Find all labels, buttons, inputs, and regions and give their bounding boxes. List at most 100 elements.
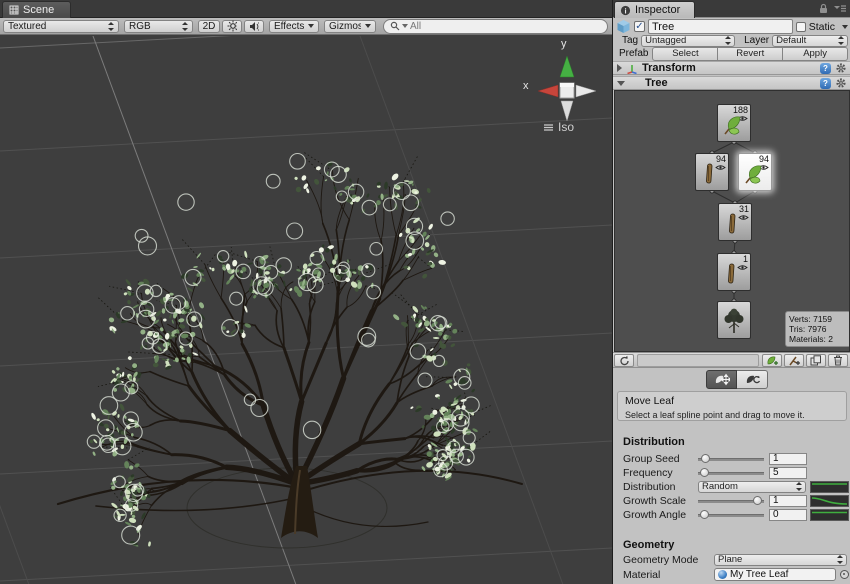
active-checkbox[interactable]: ✓ [634, 21, 645, 32]
z-axis-cone [576, 85, 596, 97]
distribution-dropdown[interactable]: Random [698, 481, 806, 493]
gizmos-dropdown[interactable]: Gizmos [324, 20, 376, 33]
scene-viewport[interactable]: y x Iso [0, 36, 612, 584]
material-object-field[interactable]: My Tree Leaf [714, 568, 836, 581]
layer-dropdown[interactable]: Default [772, 35, 848, 47]
leaf-tool-selector [706, 370, 768, 389]
scene-panel: Scene Textured RGB 2D [0, 0, 612, 584]
prefab-label: Prefab [619, 48, 648, 59]
object-picker-icon[interactable] [840, 570, 849, 579]
refresh-icon [619, 355, 630, 366]
static-group[interactable]: Static [796, 21, 848, 33]
growth-scale-slider[interactable] [698, 494, 764, 507]
2d-toggle-button[interactable]: 2D [198, 20, 220, 33]
move-leaf-tool-button[interactable] [706, 370, 737, 389]
scene-canvas[interactable] [0, 36, 612, 584]
growth-angle-value[interactable]: 0 [769, 509, 807, 521]
distribution-row: Distribution Random [613, 480, 850, 493]
branch-group-node[interactable]: 1 [717, 253, 751, 291]
orientation-gizmo[interactable]: y x Iso [525, 40, 609, 140]
rotate-leaf-icon [744, 373, 761, 386]
growth-scale-value[interactable]: 1 [769, 495, 807, 507]
rotate-leaf-tool-button[interactable] [737, 370, 768, 389]
slider-knob[interactable] [700, 510, 709, 519]
tab-scene[interactable]: Scene [2, 1, 71, 18]
tree-component-header[interactable]: Tree ? [613, 76, 850, 90]
cube-icon [616, 19, 631, 34]
down-axis-cone [561, 101, 573, 121]
frequency-slider[interactable] [698, 466, 764, 479]
effects-dropdown[interactable]: Effects [269, 20, 319, 33]
tag-layer-row: Tag Untagged Layer Default [613, 34, 850, 47]
group-seed-slider[interactable] [698, 452, 764, 465]
duplicate-node-button[interactable] [806, 354, 826, 367]
shading-mode-dropdown[interactable]: Textured [3, 20, 119, 33]
group-seed-value[interactable]: 1 [769, 453, 807, 465]
graph-toolbar [613, 352, 850, 368]
updown-arrows-icon [837, 36, 844, 45]
y-axis-label: y [561, 38, 567, 50]
material-sphere-icon [718, 570, 727, 579]
tool-help-title: Move Leaf [625, 395, 839, 407]
lighting-toggle-button[interactable] [222, 20, 242, 33]
render-channel-dropdown[interactable]: RGB [124, 20, 193, 33]
gizmo-cube-top [560, 83, 574, 87]
prefab-apply-button[interactable]: Apply [783, 47, 848, 61]
mesh-stats-box: Verts: 7159 Tris: 7976 Materials: 2 [785, 311, 850, 347]
add-branch-group-button[interactable] [784, 354, 804, 367]
scene-toolbar: Textured RGB 2D [0, 18, 612, 35]
slider-knob[interactable] [700, 468, 709, 477]
unity-editor-window: Scene Textured RGB 2D [0, 0, 850, 584]
tag-label: Tag [622, 35, 638, 46]
static-caret-icon[interactable] [842, 25, 848, 29]
transform-component-header[interactable]: Transform ? [613, 61, 850, 75]
prefab-revert-button[interactable]: Revert [718, 47, 783, 61]
gameobject-name-field[interactable]: Tree [648, 19, 793, 34]
duplicate-icon [810, 355, 822, 366]
slider-knob[interactable] [753, 496, 762, 505]
add-leaf-group-button[interactable] [762, 354, 782, 367]
help-icon[interactable]: ? [820, 63, 831, 74]
lock-icon[interactable] [819, 3, 828, 14]
growth-angle-curve-preview[interactable] [810, 509, 849, 521]
scene-search-input[interactable]: All [383, 19, 608, 34]
branch-group-node[interactable]: 31 [718, 203, 752, 241]
layer-label: Layer [744, 35, 769, 46]
foldout-arrow-icon[interactable] [617, 64, 622, 72]
x-axis-cone [538, 85, 558, 97]
leaf-icon [720, 112, 744, 138]
branch-icon [698, 161, 722, 187]
gear-icon[interactable] [835, 77, 847, 89]
tool-help-box: Move Leaf Select a leaf spline point and… [617, 391, 847, 421]
tab-inspector[interactable]: i Inspector [614, 1, 695, 18]
x-axis-label: x [523, 80, 529, 92]
tree-node-graph[interactable]: 188 94 [614, 90, 850, 352]
geometry-mode-dropdown[interactable]: Plane [714, 554, 847, 566]
leaf-group-node-selected[interactable]: 94 [738, 153, 772, 191]
tag-dropdown[interactable]: Untagged [641, 35, 735, 47]
growth-scale-curve-preview[interactable] [810, 495, 849, 507]
iso-lines-icon [543, 123, 554, 132]
distribution-curve-preview[interactable] [810, 481, 849, 493]
geometry-mode-row: Geometry Mode Plane [613, 553, 850, 566]
updown-arrows-icon [795, 482, 802, 491]
prefab-select-button[interactable]: Select [652, 47, 718, 61]
growth-angle-slider[interactable] [698, 508, 764, 521]
context-menu-icon[interactable] [834, 4, 846, 13]
tree-root-node[interactable] [717, 301, 751, 339]
delete-node-button[interactable] [828, 354, 848, 367]
branch-icon [720, 261, 744, 287]
foldout-arrow-icon[interactable] [617, 81, 625, 86]
branch-group-node[interactable]: 94 [695, 153, 729, 191]
audio-toggle-button[interactable] [244, 20, 264, 33]
gear-icon[interactable] [835, 62, 847, 74]
static-label: Static [809, 21, 835, 33]
projection-toggle[interactable]: Iso [543, 120, 574, 134]
slider-knob[interactable] [701, 454, 710, 463]
static-checkbox[interactable] [796, 22, 806, 32]
speaker-icon [249, 21, 259, 32]
frequency-value[interactable]: 5 [769, 467, 807, 479]
refresh-button[interactable] [614, 354, 634, 367]
help-icon[interactable]: ? [820, 78, 831, 89]
leaf-group-node[interactable]: 188 [717, 104, 751, 142]
